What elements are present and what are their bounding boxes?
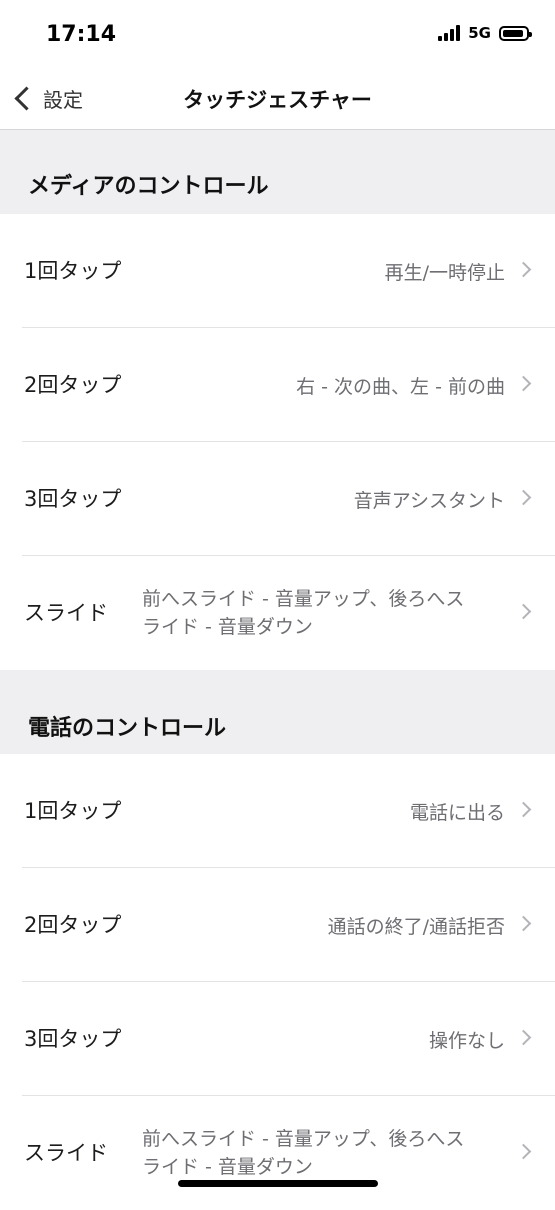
call-triple-tap-row[interactable]: 3回タップ 操作なし [0, 982, 555, 1096]
row-value: 音声アシスタント [353, 489, 505, 512]
row-label: スライド [24, 1141, 108, 1165]
chevron-right-icon [515, 261, 532, 278]
media-single-tap-row[interactable]: 1回タップ 再生/一時停止 [0, 214, 555, 328]
chevron-right-icon [515, 489, 532, 506]
battery-fill [503, 29, 523, 37]
row-label: 3回タップ [24, 1027, 122, 1051]
call-single-tap-row[interactable]: 1回タップ 電話に出る [0, 754, 555, 868]
chevron-right-icon [515, 375, 532, 392]
network-label: 5G [468, 24, 491, 42]
row-label: 2回タップ [24, 913, 122, 937]
row-value: 右 - 次の曲、左 - 前の曲 [296, 375, 505, 398]
media-double-tap-row[interactable]: 2回タップ 右 - 次の曲、左 - 前の曲 [0, 328, 555, 442]
chevron-right-icon [515, 801, 532, 818]
call-slide-row[interactable]: スライド 前へスライド - 音量アップ、後ろへス ライド - 音量ダウン [0, 1096, 555, 1210]
chevron-right-icon [515, 1029, 532, 1046]
row-value: 前へスライド - 音量アップ、後ろへス ライド - 音量ダウン [142, 1096, 505, 1210]
row-value: 再生/一時停止 [384, 261, 505, 284]
page-title: タッチジェスチャー [183, 88, 372, 112]
row-value-line: ライド - 音量ダウン [142, 616, 313, 638]
row-value: 前へスライド - 音量アップ、後ろへス ライド - 音量ダウン [142, 556, 505, 670]
home-indicator[interactable] [178, 1180, 378, 1187]
row-value: 通話の終了/通話拒否 [327, 915, 505, 938]
chevron-right-icon [515, 915, 532, 932]
row-value-line: 前へスライド - 音量アップ、後ろへス [142, 588, 465, 610]
battery-icon [499, 25, 532, 41]
row-label: 1回タップ [24, 799, 122, 823]
media-slide-row[interactable]: スライド 前へスライド - 音量アップ、後ろへス ライド - 音量ダウン [0, 556, 555, 670]
row-label: 3回タップ [24, 487, 122, 511]
call-section-header: 電話のコントロール [0, 670, 555, 754]
media-section-title: メディアのコントロール [28, 174, 269, 199]
media-section-header: メディアのコントロール [0, 130, 555, 214]
media-triple-tap-row[interactable]: 3回タップ 音声アシスタント [0, 442, 555, 556]
row-label: 1回タップ [24, 259, 122, 283]
chevron-right-icon [515, 603, 532, 620]
row-label: 2回タップ [24, 373, 122, 397]
chevron-right-icon [515, 1143, 532, 1160]
status-bar: 17:14 5G [0, 0, 555, 72]
row-value: 操作なし [428, 1029, 505, 1052]
call-double-tap-row[interactable]: 2回タップ 通話の終了/通話拒否 [0, 868, 555, 982]
signal-icon [438, 25, 461, 41]
row-value: 電話に出る [409, 801, 505, 824]
call-section-title: 電話のコントロール [28, 716, 227, 741]
row-value-line: ライド - 音量ダウン [142, 1156, 313, 1178]
status-indicators: 5G [438, 24, 532, 42]
status-time: 17:14 [46, 22, 117, 47]
row-label: スライド [24, 601, 108, 625]
nav-bar: 設定 タッチジェスチャー [0, 72, 555, 130]
row-value-line: 前へスライド - 音量アップ、後ろへス [142, 1128, 465, 1150]
